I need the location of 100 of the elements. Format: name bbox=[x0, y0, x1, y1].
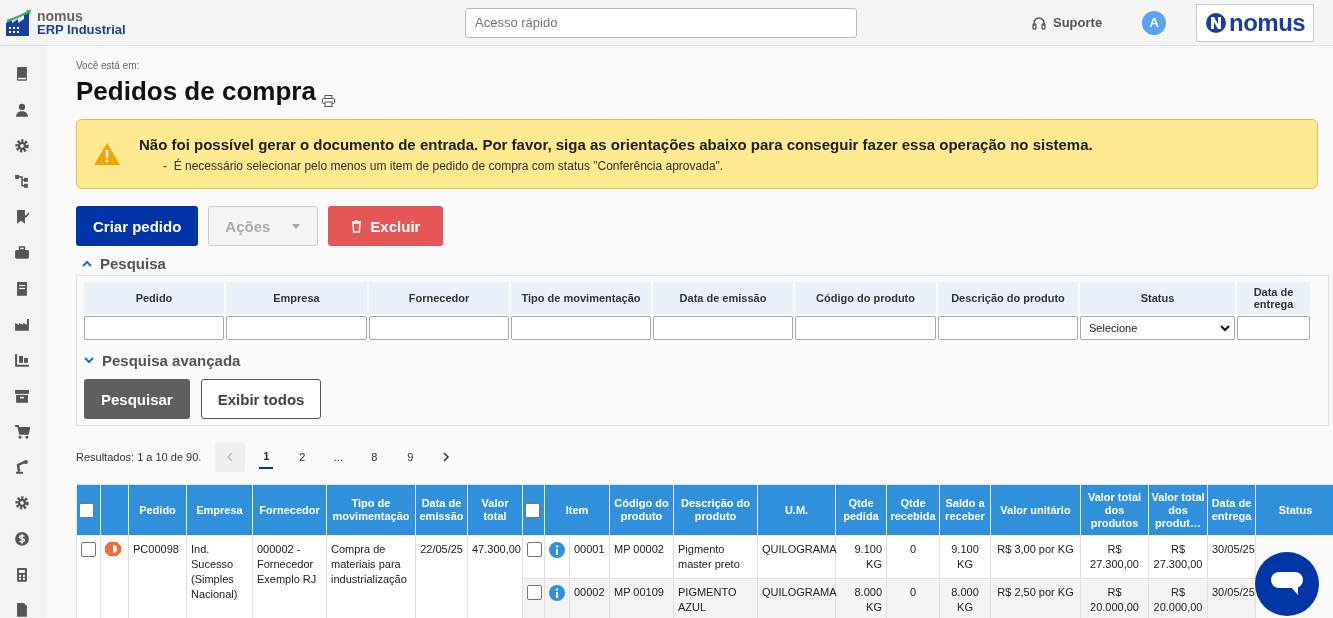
flag-icon[interactable] bbox=[14, 209, 30, 225]
create-button[interactable]: Criar pedido bbox=[76, 206, 199, 246]
info-icon[interactable] bbox=[549, 542, 565, 558]
table-cell: 9.100 KG bbox=[939, 535, 991, 579]
filter-field[interactable] bbox=[511, 316, 651, 340]
user-avatar[interactable]: A bbox=[1142, 10, 1167, 35]
book-icon[interactable] bbox=[14, 66, 30, 82]
dolly-icon[interactable] bbox=[14, 352, 30, 368]
column-header[interactable]: Data de emissão bbox=[415, 484, 468, 536]
section-title[interactable]: Pesquisa avançada bbox=[102, 352, 241, 369]
filter-field[interactable] bbox=[938, 316, 1078, 340]
dollar-icon[interactable] bbox=[14, 530, 30, 547]
logo-text: nomus bbox=[37, 9, 84, 23]
table-cell: R$ 3,00 por KG bbox=[990, 535, 1081, 579]
table-cell: 47.300,00 bbox=[467, 535, 523, 618]
column-header[interactable]: Código do produto bbox=[609, 484, 674, 536]
briefcase-icon[interactable] bbox=[14, 244, 30, 261]
column-header[interactable]: Valor total dos produtos bbox=[1080, 484, 1149, 536]
person-icon[interactable] bbox=[14, 101, 30, 118]
filter-field[interactable] bbox=[795, 316, 936, 340]
gears-icon[interactable] bbox=[14, 495, 30, 511]
chevron-right-icon bbox=[443, 452, 450, 462]
chevron-down-icon bbox=[1220, 324, 1230, 332]
search-button[interactable]: Pesquisar bbox=[84, 379, 190, 419]
factory-logo-icon bbox=[6, 9, 34, 36]
status-octagon-icon bbox=[105, 542, 121, 556]
table-cell: Pigmento master preto bbox=[673, 535, 758, 579]
column-header[interactable]: Data de entrega bbox=[1207, 484, 1256, 536]
checkbox[interactable] bbox=[527, 585, 542, 600]
table-cell: MP 00002 bbox=[609, 535, 674, 579]
filter-label: Código do produto bbox=[795, 282, 936, 314]
delete-button[interactable]: Excluir bbox=[328, 206, 444, 246]
status-select[interactable]: Selecione bbox=[1080, 316, 1235, 340]
column-header[interactable]: Descrição do produto bbox=[673, 484, 758, 536]
table-cell: QUILOGRAMA bbox=[757, 535, 836, 579]
column-header[interactable]: Tipo de movimentação bbox=[326, 484, 416, 536]
archive-icon[interactable] bbox=[14, 387, 30, 404]
checkbox[interactable] bbox=[81, 542, 96, 557]
page-link[interactable]: 2 bbox=[287, 442, 318, 472]
brand-logo: nomus bbox=[1196, 3, 1315, 42]
table-cell: 000002 - Fornecedor Exemplo RJ bbox=[252, 535, 327, 618]
column-header[interactable]: Status bbox=[1255, 484, 1333, 536]
table-cell: QUILOGRAMA bbox=[757, 578, 836, 618]
filter-field[interactable] bbox=[653, 316, 793, 340]
filter-field[interactable] bbox=[369, 316, 509, 340]
table-cell: 0 bbox=[886, 578, 940, 618]
print-icon[interactable] bbox=[321, 95, 335, 107]
page-link[interactable]: 8 bbox=[359, 442, 390, 472]
robot-arm-icon[interactable] bbox=[14, 459, 30, 475]
cart-icon[interactable] bbox=[14, 423, 30, 440]
chevron-down-icon[interactable] bbox=[84, 357, 94, 364]
filter-label: Pedido bbox=[84, 282, 224, 314]
document-icon[interactable] bbox=[14, 280, 30, 297]
caret-icon bbox=[292, 223, 301, 229]
table-cell: 8.000 KG bbox=[939, 578, 991, 618]
headset-icon bbox=[1032, 15, 1046, 30]
show-all-button[interactable]: Exibir todos bbox=[200, 379, 322, 419]
search-field[interactable]: Acesso rápido bbox=[465, 7, 857, 38]
warning-icon bbox=[93, 142, 121, 166]
table-cell: R$ 20.000,00 bbox=[1148, 578, 1208, 618]
column-header[interactable]: Qtde pedida bbox=[835, 484, 887, 536]
checkbox[interactable] bbox=[525, 502, 540, 518]
chevron-up-icon[interactable] bbox=[82, 260, 92, 267]
trash-icon bbox=[351, 219, 363, 233]
table-cell: R$ 2,50 por KG bbox=[990, 578, 1081, 618]
chevron-left-icon bbox=[227, 452, 234, 462]
filter-field[interactable] bbox=[84, 316, 224, 340]
column-header[interactable]: Valor total bbox=[467, 484, 523, 536]
checkbox[interactable] bbox=[527, 542, 542, 557]
info-icon[interactable] bbox=[549, 585, 565, 601]
table-cell: 0 bbox=[886, 535, 940, 579]
factory-icon[interactable] bbox=[14, 316, 30, 332]
column-header[interactable]: Fornecedor bbox=[252, 484, 327, 536]
table-cell: R$ 20.000,00 bbox=[1080, 578, 1149, 618]
column-header[interactable]: Empresa bbox=[186, 484, 253, 536]
table-cell: 30/05/25 bbox=[1207, 535, 1256, 579]
page-link[interactable]: 1 bbox=[259, 445, 274, 469]
column-header[interactable]: Valor total dos produt… bbox=[1148, 484, 1208, 536]
logo-subtitle: ERP Industrial bbox=[37, 22, 126, 36]
chat-bubble-icon bbox=[1271, 572, 1303, 596]
column-header[interactable]: U.M. bbox=[757, 484, 836, 536]
section-title[interactable]: Pesquisa bbox=[100, 255, 166, 272]
column-header[interactable]: Pedido bbox=[128, 484, 187, 536]
table-cell: 00001 bbox=[569, 535, 610, 579]
filter-field[interactable] bbox=[226, 316, 367, 340]
filter-label: Data de entrega bbox=[1237, 282, 1310, 314]
support-link[interactable]: Suporte bbox=[1053, 15, 1103, 30]
column-header[interactable]: Qtde recebida bbox=[886, 484, 940, 536]
gear-icon[interactable] bbox=[14, 137, 30, 154]
page-link[interactable]: 9 bbox=[395, 442, 426, 472]
calculator-icon[interactable] bbox=[14, 566, 30, 583]
column-header[interactable]: Valor unitário bbox=[990, 484, 1081, 536]
column-header[interactable]: Item bbox=[544, 484, 610, 536]
hierarchy-icon[interactable] bbox=[14, 173, 30, 189]
column-header[interactable]: Saldo a receber bbox=[939, 484, 991, 536]
page-link[interactable]: ... bbox=[323, 442, 354, 472]
alert-title: Não foi possível gerar o documento de entrada. Por favor, siga as orientações abaixo para conseguir fazer essa operação no sistema. bbox=[139, 135, 1093, 153]
checkbox[interactable] bbox=[79, 502, 94, 518]
filter-field[interactable] bbox=[1237, 316, 1310, 340]
file-icon[interactable] bbox=[14, 602, 30, 618]
